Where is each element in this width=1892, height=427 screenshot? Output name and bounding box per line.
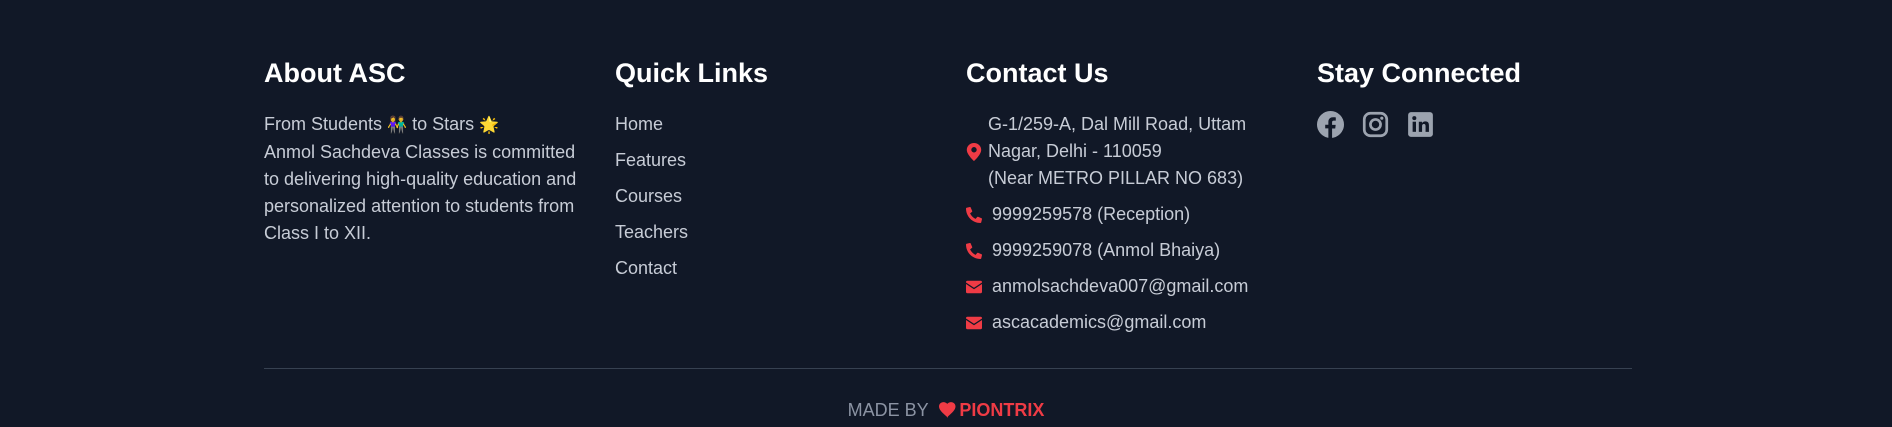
address-row: G-1/259-A, Dal Mill Road, Uttam Nagar, D… — [966, 111, 1296, 192]
link-teachers[interactable]: Teachers — [615, 219, 915, 246]
address-line: Nagar, Delhi - 110059 — [988, 141, 1162, 161]
about-text: From Students 👫 to Stars 🌟 Anmol Sachdev… — [264, 111, 584, 247]
link-courses[interactable]: Courses — [615, 183, 915, 210]
contact-title: Contact Us — [966, 58, 1109, 88]
phone-icon — [966, 242, 982, 259]
about-section: About ASC From Students 👫 to Stars 🌟 Anm… — [264, 55, 584, 247]
social-title: Stay Connected — [1317, 58, 1522, 88]
quick-links-list: Home Features Courses Teachers Contact — [615, 111, 915, 282]
facebook-icon[interactable] — [1317, 111, 1344, 138]
email-academics: ascacademics@gmail.com — [992, 312, 1207, 332]
about-title: About ASC — [264, 58, 406, 88]
social-icons — [1317, 111, 1617, 138]
link-contact[interactable]: Contact — [615, 255, 915, 282]
tagline-start: From Students — [264, 114, 383, 134]
made-by-label: MADE BY — [847, 400, 929, 420]
instagram-icon[interactable] — [1362, 111, 1389, 138]
contact-section: Contact Us G-1/259-A, Dal Mill Road, Utt… — [966, 55, 1296, 345]
envelope-icon — [966, 280, 982, 293]
quick-links-title: Quick Links — [615, 58, 769, 88]
heart-icon — [939, 402, 956, 418]
students-emoji-icon: 👫 — [387, 117, 408, 134]
email-row[interactable]: anmolsachdeva007@gmail.com — [966, 273, 1296, 300]
brand-link[interactable]: PIONTRIX — [959, 400, 1044, 420]
link-home[interactable]: Home — [615, 111, 915, 138]
address-text: G-1/259-A, Dal Mill Road, Uttam Nagar, D… — [988, 111, 1246, 192]
tagline-mid: to Stars — [412, 114, 475, 134]
phone-anmol: 9999259078 (Anmol Bhaiya) — [992, 240, 1221, 260]
made-by-credit: MADE BY PIONTRIX — [0, 398, 1892, 422]
social-section: Stay Connected — [1317, 55, 1617, 138]
address-line: (Near METRO PILLAR NO 683) — [988, 168, 1244, 188]
email-anmol: anmolsachdeva007@gmail.com — [992, 276, 1249, 296]
site-footer: About ASC From Students 👫 to Stars 🌟 Anm… — [0, 0, 1892, 427]
link-features[interactable]: Features — [615, 147, 915, 174]
email-row[interactable]: ascacademics@gmail.com — [966, 309, 1296, 336]
quick-links-section: Quick Links Home Features Courses Teache… — [615, 55, 915, 291]
phone-icon — [966, 206, 982, 223]
phone-row[interactable]: 9999259578 (Reception) — [966, 201, 1296, 228]
about-description: Anmol Sachdeva Classes is committed to d… — [264, 142, 577, 243]
phone-reception: 9999259578 (Reception) — [992, 204, 1191, 224]
envelope-icon — [966, 316, 982, 329]
phone-row[interactable]: 9999259078 (Anmol Bhaiya) — [966, 237, 1296, 264]
linkedin-icon[interactable] — [1407, 111, 1434, 138]
footer-divider — [264, 368, 1632, 369]
address-line: G-1/259-A, Dal Mill Road, Uttam — [988, 114, 1247, 134]
star-emoji-icon: 🌟 — [479, 117, 500, 134]
map-pin-icon — [966, 142, 982, 161]
